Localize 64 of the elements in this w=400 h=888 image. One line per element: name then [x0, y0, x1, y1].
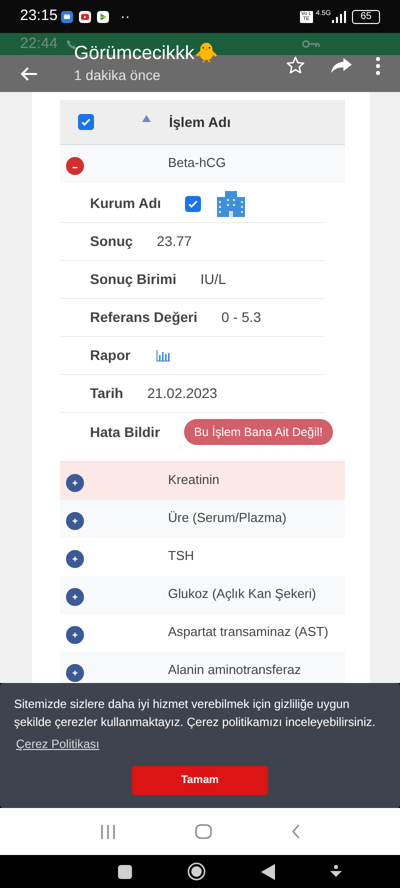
cookie-policy-link[interactable]: Çerez Politikası: [16, 735, 100, 753]
detail-value: 21.02.2023: [147, 384, 218, 403]
detail-label: Rapor: [90, 346, 130, 365]
checkmark-icon: [80, 116, 92, 128]
collapse-icon[interactable]: [66, 157, 84, 175]
star-icon[interactable]: [286, 56, 305, 75]
circle-icon[interactable]: [186, 862, 206, 881]
share-arrow-icon[interactable]: [331, 58, 352, 73]
cookie-message: Sitemizde sizlere daha iyi hizmet verebilmek için gizliliğe uygun şekilde çerezler kullanmaktayız. Çerez politikamızı inceleyebilirsiniz.: [14, 696, 376, 731]
column-header[interactable]: İşlem Adı: [169, 112, 231, 132]
detail-label: Sonuç: [90, 232, 133, 251]
test-row[interactable]: Alanin aminotransferaz: [60, 652, 345, 683]
home-icon[interactable]: [194, 824, 212, 839]
download-icon[interactable]: [330, 864, 342, 878]
clock: 23:15: [20, 6, 58, 26]
test-name: Aspartat transaminaz (AST): [168, 623, 330, 641]
test-name: Beta-hCG: [168, 154, 227, 172]
accept-button[interactable]: Tamam: [132, 766, 268, 795]
more-icon[interactable]: [376, 56, 380, 74]
detail-label: Kurum Adı: [90, 194, 162, 213]
test-name: Kreatinin: [168, 471, 220, 489]
test-row[interactable]: Üre (Serum/Plazma): [60, 500, 345, 538]
expand-icon[interactable]: [66, 550, 84, 568]
detail-label: Sonuç Birimi: [90, 270, 176, 289]
hospital-icon: [217, 190, 246, 216]
recents-icon[interactable]: [100, 824, 116, 838]
last-seen: 1 dakika önce: [74, 66, 162, 84]
report-error-button[interactable]: Bu İşlem Bana Ait Değil!: [184, 419, 333, 445]
test-name: Alanin aminotransferaz: [168, 661, 302, 679]
test-row[interactable]: Beta-hCG: [60, 145, 345, 183]
signal-icon: [332, 10, 346, 22]
test-name: Üre (Serum/Plazma): [168, 509, 288, 527]
checkbox[interactable]: [185, 196, 202, 212]
battery-indicator: 65: [352, 10, 380, 24]
bar-chart-icon[interactable]: [156, 350, 170, 362]
expand-icon[interactable]: [66, 626, 84, 644]
key-icon: [302, 39, 320, 49]
sort-up-icon[interactable]: [142, 114, 151, 122]
chat-app-icon: [60, 10, 73, 22]
back-icon[interactable]: [20, 66, 38, 82]
detail-label: Referans Değeri: [90, 308, 198, 327]
test-name: TSH: [168, 547, 195, 565]
video-app-icon: [78, 10, 91, 22]
test-name: Glukoz (Açlık Kan Şekeri): [168, 585, 318, 603]
expand-icon[interactable]: [66, 474, 84, 492]
expand-icon[interactable]: [66, 664, 84, 682]
store-app-icon: [96, 10, 109, 22]
more-notifications: ··: [120, 7, 130, 26]
phone-icon: [66, 38, 77, 50]
back-nav-icon[interactable]: [290, 824, 300, 839]
test-row[interactable]: Glukoz (Açlık Kan Şekeri): [60, 576, 345, 614]
triangle-icon[interactable]: [261, 864, 276, 880]
expand-icon[interactable]: [66, 512, 84, 530]
detail-label: Hata Bildir: [90, 422, 160, 442]
detail-value: IU/L: [200, 270, 226, 289]
inner-clock: 22:44: [20, 34, 58, 54]
detail-value: 23.77: [156, 232, 192, 251]
test-row[interactable]: Kreatinin: [60, 462, 345, 500]
expand-icon[interactable]: [66, 588, 84, 606]
chat-title: Görümcecikkk🐥: [74, 42, 218, 66]
square-icon[interactable]: [118, 864, 132, 878]
detail-label: Tarih: [90, 384, 124, 403]
checkbox[interactable]: [78, 114, 94, 130]
detail-value: 0 - 5.3: [221, 308, 262, 327]
